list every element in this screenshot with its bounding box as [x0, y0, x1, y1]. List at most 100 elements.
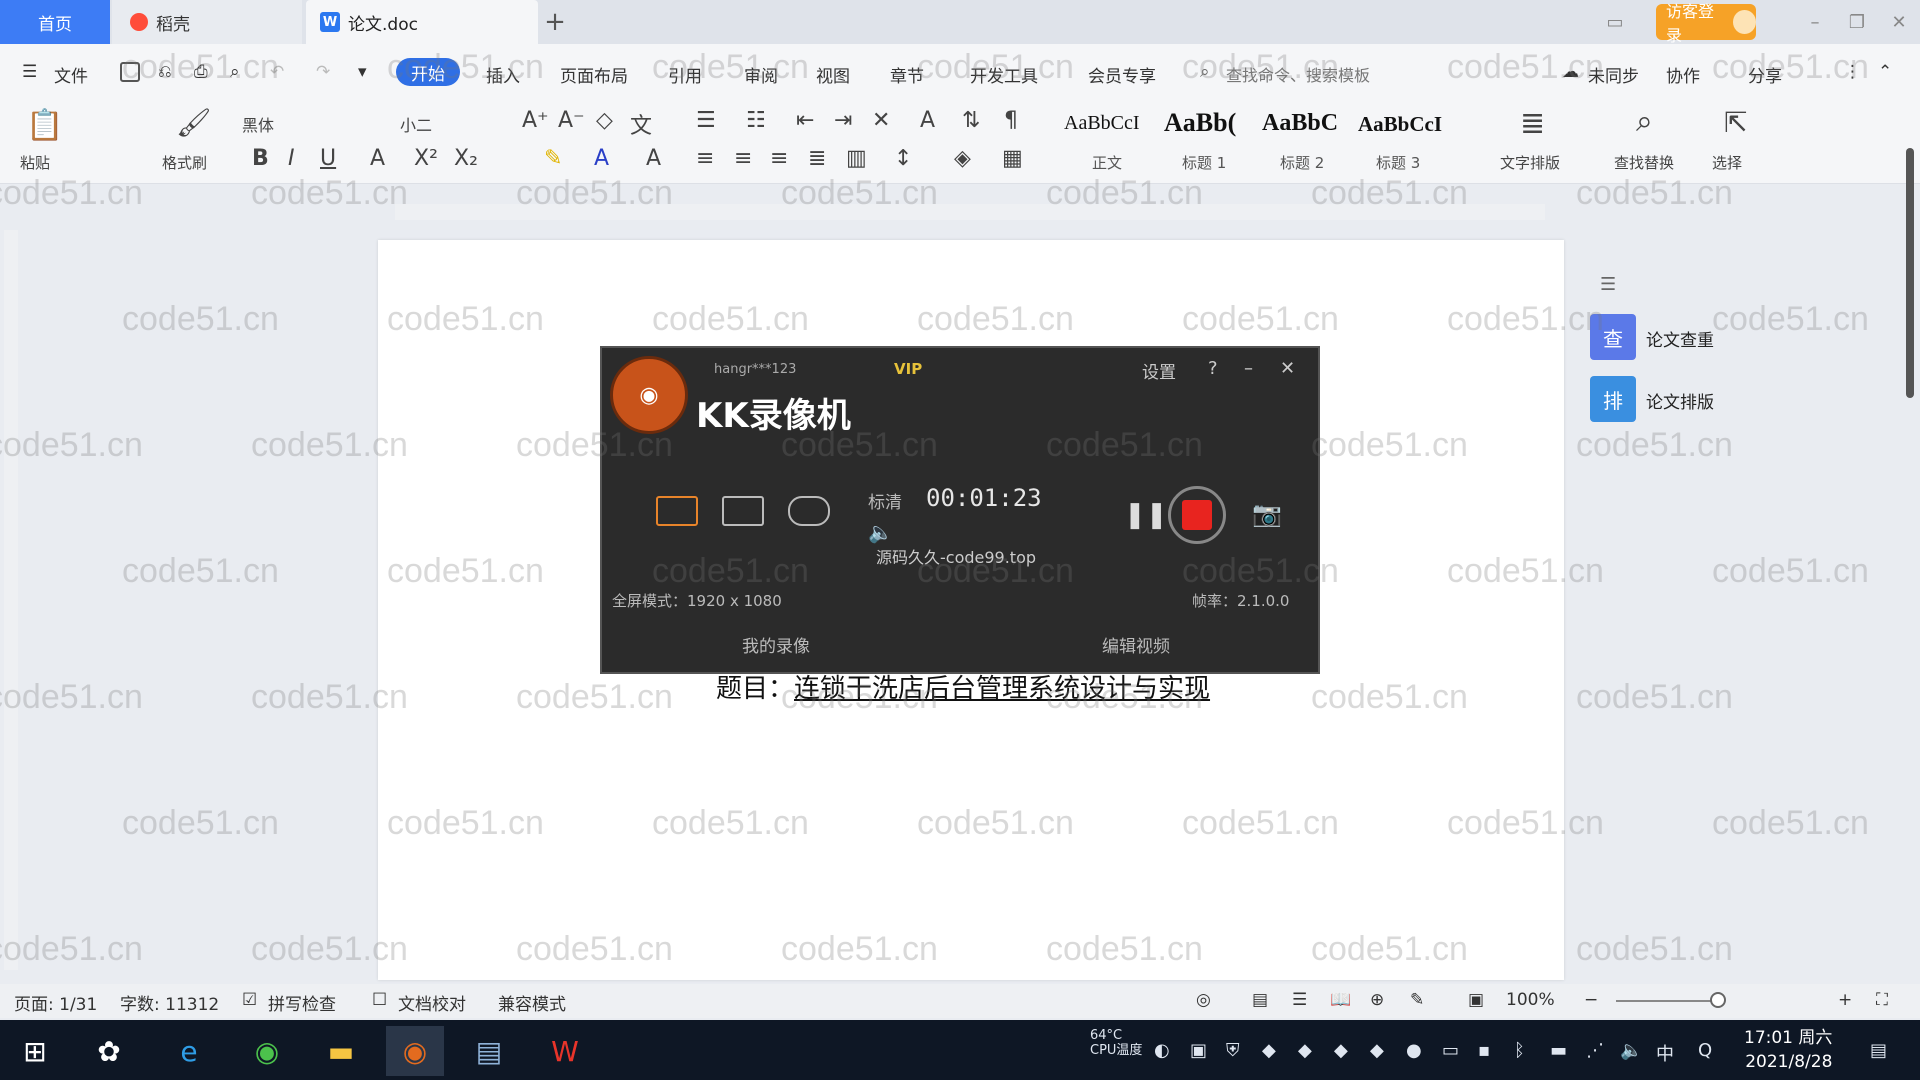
subscript-icon[interactable]: X₂	[454, 146, 478, 171]
write-mode-icon[interactable]: ✎	[1410, 990, 1424, 1010]
restore-icon[interactable]: ❐	[1842, 0, 1872, 44]
bluetooth-icon[interactable]: ᛒ	[1514, 1040, 1525, 1061]
notification-icon[interactable]: ▤	[1870, 1040, 1887, 1061]
spell-check-button[interactable]: 拼写检查	[268, 990, 336, 1015]
fit-page-icon[interactable]: ▣	[1468, 990, 1484, 1010]
shrink-font-icon[interactable]: A⁻	[558, 108, 585, 133]
stop-record-button[interactable]	[1168, 486, 1226, 544]
chevron-down-icon[interactable]: ▾	[358, 62, 367, 82]
pause-icon[interactable]: ❚❚	[1124, 500, 1168, 530]
decrease-indent-icon[interactable]: ⇤	[796, 108, 814, 133]
word-count[interactable]: 字数: 11312	[120, 990, 219, 1015]
kk-recorder-taskbar-icon[interactable]: ◉	[386, 1026, 444, 1076]
format-painter-icon[interactable]: 🖌	[176, 106, 212, 139]
tab-home[interactable]: 首页	[0, 0, 110, 44]
align-left-icon[interactable]: ≡	[696, 146, 714, 171]
panel-menu-icon[interactable]: ☰	[1600, 274, 1616, 295]
kk-recorder-window[interactable]: ◉ hangr***123 VIP 设置 ? – ✕ KK录像机 标清 00:0…	[600, 346, 1320, 674]
find-replace-icon[interactable]: ⌕	[1636, 104, 1653, 139]
save-icon[interactable]	[120, 62, 140, 82]
sort-icon[interactable]: ⇅	[962, 108, 980, 133]
fullscreen-mode-icon[interactable]	[656, 496, 698, 526]
tray-app2-icon[interactable]: ◆	[1298, 1040, 1312, 1061]
menu-page-layout[interactable]: 页面布局	[560, 62, 628, 87]
paper-format-button[interactable]: 论文排版	[1646, 388, 1714, 413]
superscript-icon[interactable]: X²	[414, 146, 438, 171]
zoom-slider[interactable]	[1616, 1000, 1716, 1002]
kk-settings-button[interactable]: 设置	[1142, 358, 1176, 383]
volume-tray-icon[interactable]: 🔈	[1620, 1040, 1642, 1061]
pinyin-icon[interactable]: 文	[630, 108, 652, 140]
kk-close-icon[interactable]: ✕	[1280, 358, 1295, 379]
paper-check-icon[interactable]: 查	[1590, 314, 1636, 360]
visitor-login-button[interactable]: 访客登录	[1656, 2, 1756, 45]
notepad-icon[interactable]: ▤	[460, 1026, 518, 1076]
style-h3-preview[interactable]: AaBbCcI	[1358, 112, 1442, 137]
collab-button[interactable]: 协作	[1666, 62, 1700, 87]
undo-history-icon[interactable]: ⎌	[158, 62, 172, 82]
game-mode-icon[interactable]	[788, 496, 830, 526]
tray-device-icon[interactable]: ▬	[1550, 1040, 1567, 1061]
paste-icon[interactable]: 📋	[26, 108, 63, 143]
shading-icon[interactable]: ◈	[954, 146, 971, 171]
menu-file[interactable]: 文件	[54, 62, 88, 87]
style-h1-preview[interactable]: AaBb(	[1164, 108, 1236, 138]
outline-view-icon[interactable]: ☰	[1292, 990, 1307, 1010]
spell-check-icon[interactable]: ☑	[242, 990, 257, 1010]
proofread-icon[interactable]: ☐	[372, 990, 387, 1010]
tray-q-icon[interactable]: Q	[1698, 1040, 1712, 1061]
strikethrough-icon[interactable]: A	[370, 146, 385, 171]
zoom-slider-thumb[interactable]	[1710, 992, 1726, 1008]
wps-writer-icon[interactable]: W	[536, 1026, 594, 1076]
bullet-list-icon[interactable]: ☰	[696, 108, 716, 133]
highlight-icon[interactable]: ✎	[544, 146, 562, 171]
vertical-scrollbar[interactable]	[1906, 148, 1914, 398]
menu-insert[interactable]: 插入	[486, 62, 520, 87]
font-size-select[interactable]: 小二	[400, 112, 432, 136]
eye-protect-icon[interactable]: ◎	[1196, 990, 1211, 1010]
menu-developer[interactable]: 开发工具	[970, 62, 1038, 87]
redo-icon[interactable]: ↷	[316, 62, 330, 82]
layout-icon[interactable]: ▭	[1600, 0, 1630, 44]
volume-icon[interactable]: 🔈	[868, 520, 893, 544]
page-view-icon[interactable]: ▤	[1252, 990, 1268, 1010]
command-search[interactable]: 查找命令、搜索模板	[1226, 62, 1370, 86]
select-cursor-icon[interactable]: ⇱	[1724, 106, 1747, 139]
cpu-temp[interactable]: 64°C CPU温度	[1090, 1028, 1150, 1058]
tray-network-drive-icon[interactable]: ▣	[1190, 1040, 1207, 1061]
tray-wechat-icon[interactable]: ●	[1406, 1040, 1422, 1061]
print-icon[interactable]: ⎙	[194, 62, 208, 82]
align-right-icon[interactable]: ≡	[770, 146, 788, 171]
new-tab-button[interactable]: +	[540, 0, 570, 44]
align-center-icon[interactable]: ≡	[734, 146, 752, 171]
my-recordings-button[interactable]: 我的录像	[742, 632, 810, 657]
tab-daoke[interactable]: 稻壳	[112, 0, 302, 44]
hamburger-icon[interactable]: ☰	[22, 62, 37, 82]
horizontal-ruler[interactable]	[395, 204, 1545, 220]
bold-icon[interactable]: B	[252, 146, 269, 171]
page-indicator[interactable]: 页面: 1/31	[14, 990, 97, 1015]
vertical-ruler[interactable]	[4, 230, 18, 970]
numbered-list-icon[interactable]: ☷	[746, 108, 766, 133]
char-border-icon[interactable]: A	[646, 146, 661, 171]
browser-360-icon[interactable]: ◉	[238, 1026, 296, 1076]
menu-review[interactable]: 审阅	[744, 62, 778, 87]
proofread-button[interactable]: 文档校对	[398, 990, 466, 1015]
grow-font-icon[interactable]: A⁺	[522, 108, 549, 133]
share-button[interactable]: 分享	[1748, 62, 1782, 87]
menu-start[interactable]: 开始	[396, 58, 460, 86]
italic-icon[interactable]: I	[288, 146, 295, 171]
font-family-select[interactable]: 黑体	[242, 112, 274, 136]
style-h2-preview[interactable]: AaBbC	[1262, 110, 1338, 137]
quality-select[interactable]: 标清	[868, 488, 902, 513]
kk-vip-badge[interactable]: VIP	[894, 360, 922, 378]
print-preview-icon[interactable]: ⌕	[230, 62, 240, 82]
menu-view[interactable]: 视图	[816, 62, 850, 87]
borders-icon[interactable]: ▦	[1002, 146, 1023, 171]
distribute-icon[interactable]: ▥	[846, 146, 867, 171]
kk-help-button[interactable]: ?	[1208, 358, 1218, 379]
increase-indent-icon[interactable]: ⇥	[834, 108, 852, 133]
paper-format-icon[interactable]: 排	[1590, 376, 1636, 422]
collapse-ribbon-icon[interactable]: ⌃	[1878, 62, 1892, 82]
tray-security-icon[interactable]: ⛨	[1226, 1040, 1240, 1061]
